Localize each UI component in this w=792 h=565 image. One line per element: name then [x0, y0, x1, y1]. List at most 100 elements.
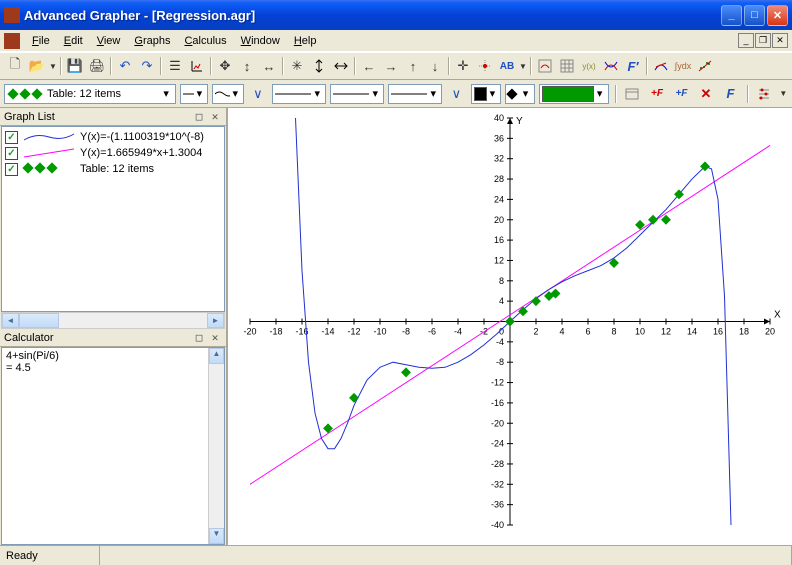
dropdown-icon[interactable]: ▼ [518, 55, 528, 77]
svg-text:18: 18 [739, 327, 749, 337]
calculator-input: 4+sin(Pi/6) [6, 350, 220, 362]
minimize-button[interactable]: _ [721, 5, 742, 26]
graph-list[interactable]: ✓ Y(x)=-(1.1100319*10^(-8) ✓ Y(x)=1.6659… [1, 126, 225, 312]
svg-text:-28: -28 [491, 459, 504, 469]
list-button[interactable]: ☰ [164, 55, 186, 77]
integral-button[interactable]: ∫ydx [672, 55, 694, 77]
fill-square-selector[interactable]: ▾ [471, 84, 501, 104]
arrow-left-icon[interactable]: ← [358, 55, 380, 77]
svg-text:36: 36 [494, 133, 504, 143]
arrow-down-icon[interactable]: ↓ [424, 55, 446, 77]
arrow-up-icon[interactable]: ↑ [402, 55, 424, 77]
calculator-panel: 4+sin(Pi/6) = 4.5 ▲ ▼ [0, 347, 226, 545]
arrow-right-icon[interactable]: → [380, 55, 402, 77]
menu-calculus[interactable]: Calculus [178, 33, 232, 49]
svg-text:-24: -24 [491, 439, 504, 449]
horizontal-scrollbar[interactable]: ◄► [1, 312, 225, 329]
add-graph-button[interactable] [534, 55, 556, 77]
function-f-button[interactable]: F [720, 83, 740, 105]
graph-canvas[interactable]: XY-20-18-16-14-12-10-8-6-4-2246810121416… [228, 108, 792, 545]
trace-icon[interactable] [474, 55, 496, 77]
menu-bar: File Edit View Graphs Calculus Window He… [0, 30, 792, 52]
svg-text:-4: -4 [454, 327, 462, 337]
intersect-icon[interactable] [600, 55, 622, 77]
window-title: Advanced Grapher - [Regression.agr] [24, 8, 721, 23]
properties-icon[interactable] [622, 83, 642, 105]
print-button[interactable]: 🖨 [86, 55, 108, 77]
yfx-button[interactable]: y(x) [578, 55, 600, 77]
menu-graphs[interactable]: Graphs [128, 33, 176, 49]
calculator-header: Calculator □✕ [0, 329, 226, 347]
svg-text:12: 12 [661, 327, 671, 337]
list-item[interactable]: ✓ Table: 12 items [2, 161, 224, 177]
tangent-icon[interactable] [650, 55, 672, 77]
dup-function-button[interactable]: +F [671, 83, 691, 105]
checkbox[interactable]: ✓ [5, 147, 18, 160]
regression-icon[interactable] [694, 55, 716, 77]
menu-edit[interactable]: Edit [58, 33, 89, 49]
mdi-restore-button[interactable]: ❐ [755, 33, 771, 48]
svg-text:4: 4 [559, 327, 564, 337]
calculator-result: = 4.5 [6, 362, 220, 374]
panel-float-icon[interactable]: □ [192, 331, 206, 344]
settings-icon[interactable] [754, 83, 774, 105]
save-button[interactable]: 💾 [64, 55, 86, 77]
checkbox[interactable]: ✓ [5, 163, 18, 176]
open-button[interactable]: 📂 [26, 55, 48, 77]
content-area: Graph List □✕ ✓ Y(x)=-(1.1100319*10^(-8)… [0, 108, 792, 545]
menu-help[interactable]: Help [288, 33, 323, 49]
panel-close-icon[interactable]: ✕ [208, 331, 222, 344]
zoom-horiz-icon[interactable] [330, 55, 352, 77]
new-button[interactable]: 🗋 [4, 55, 26, 77]
dropdown-icon[interactable]: ▼ [779, 83, 788, 105]
dropdown-icon[interactable]: ▼ [48, 55, 58, 77]
pan-vert-icon[interactable]: ↕ [236, 55, 258, 77]
calculator-text[interactable]: 4+sin(Pi/6) = 4.5 ▲ ▼ [1, 347, 225, 545]
menu-view[interactable]: View [91, 33, 127, 49]
pan-horiz-icon[interactable]: ↔ [258, 55, 280, 77]
mdi-close-button[interactable]: ✕ [772, 33, 788, 48]
svg-text:20: 20 [494, 215, 504, 225]
table-button[interactable] [556, 55, 578, 77]
dash2-selector[interactable]: ▾ [330, 84, 384, 104]
panel-close-icon[interactable]: ✕ [208, 110, 222, 123]
close-button[interactable]: ✕ [767, 5, 788, 26]
text-label-button[interactable]: AB [496, 55, 518, 77]
undo-button[interactable]: ↶ [114, 55, 136, 77]
axes-button[interactable] [186, 55, 208, 77]
linewidth-selector[interactable]: ▾ [180, 84, 208, 104]
panel-float-icon[interactable]: □ [192, 110, 206, 123]
delete-button[interactable]: ✕ [696, 83, 716, 105]
add-function-button[interactable]: +F [647, 83, 667, 105]
derivative-button[interactable]: F′ [622, 55, 644, 77]
svg-text:-20: -20 [243, 327, 256, 337]
zoom-vert-icon[interactable] [308, 55, 330, 77]
mdi-minimize-button[interactable]: _ [738, 33, 754, 48]
move-button[interactable]: ✥ [214, 55, 236, 77]
menu-window[interactable]: Window [235, 33, 286, 49]
menu-file[interactable]: File [26, 33, 56, 49]
vertical-scrollbar[interactable]: ▲ ▼ [208, 348, 224, 544]
checkbox[interactable]: ✓ [5, 131, 18, 144]
linestyle-wave[interactable]: ▾ [212, 84, 244, 104]
curve-style-icon[interactable]: ∨ [248, 83, 268, 105]
dash1-selector[interactable]: ▾ [272, 84, 326, 104]
redo-button[interactable]: ↷ [136, 55, 158, 77]
svg-text:24: 24 [494, 194, 504, 204]
list-item-label: Y(x)=1.665949*x+1.3004 [80, 147, 202, 159]
dash3-selector[interactable]: ▾ [388, 84, 442, 104]
svg-text:X: X [774, 310, 781, 321]
graph-selector[interactable]: Table: 12 items ▾ [4, 84, 176, 104]
svg-text:-20: -20 [491, 418, 504, 428]
marker-shape-selector[interactable]: ▾ [505, 84, 535, 104]
zoom-fit-icon[interactable]: ✳ [286, 55, 308, 77]
list-item[interactable]: ✓ Y(x)=1.665949*x+1.3004 [2, 145, 224, 161]
graph-list-title: Graph List [4, 111, 55, 123]
color-selector[interactable]: ▾ [539, 84, 609, 104]
crosshair-icon[interactable]: ✛ [452, 55, 474, 77]
list-item[interactable]: ✓ Y(x)=-(1.1100319*10^(-8) [2, 129, 224, 145]
marker-v-icon[interactable]: ∨ [446, 83, 466, 105]
graph-selector-label: Table: 12 items [47, 88, 121, 100]
svg-text:20: 20 [765, 327, 775, 337]
maximize-button[interactable]: □ [744, 5, 765, 26]
